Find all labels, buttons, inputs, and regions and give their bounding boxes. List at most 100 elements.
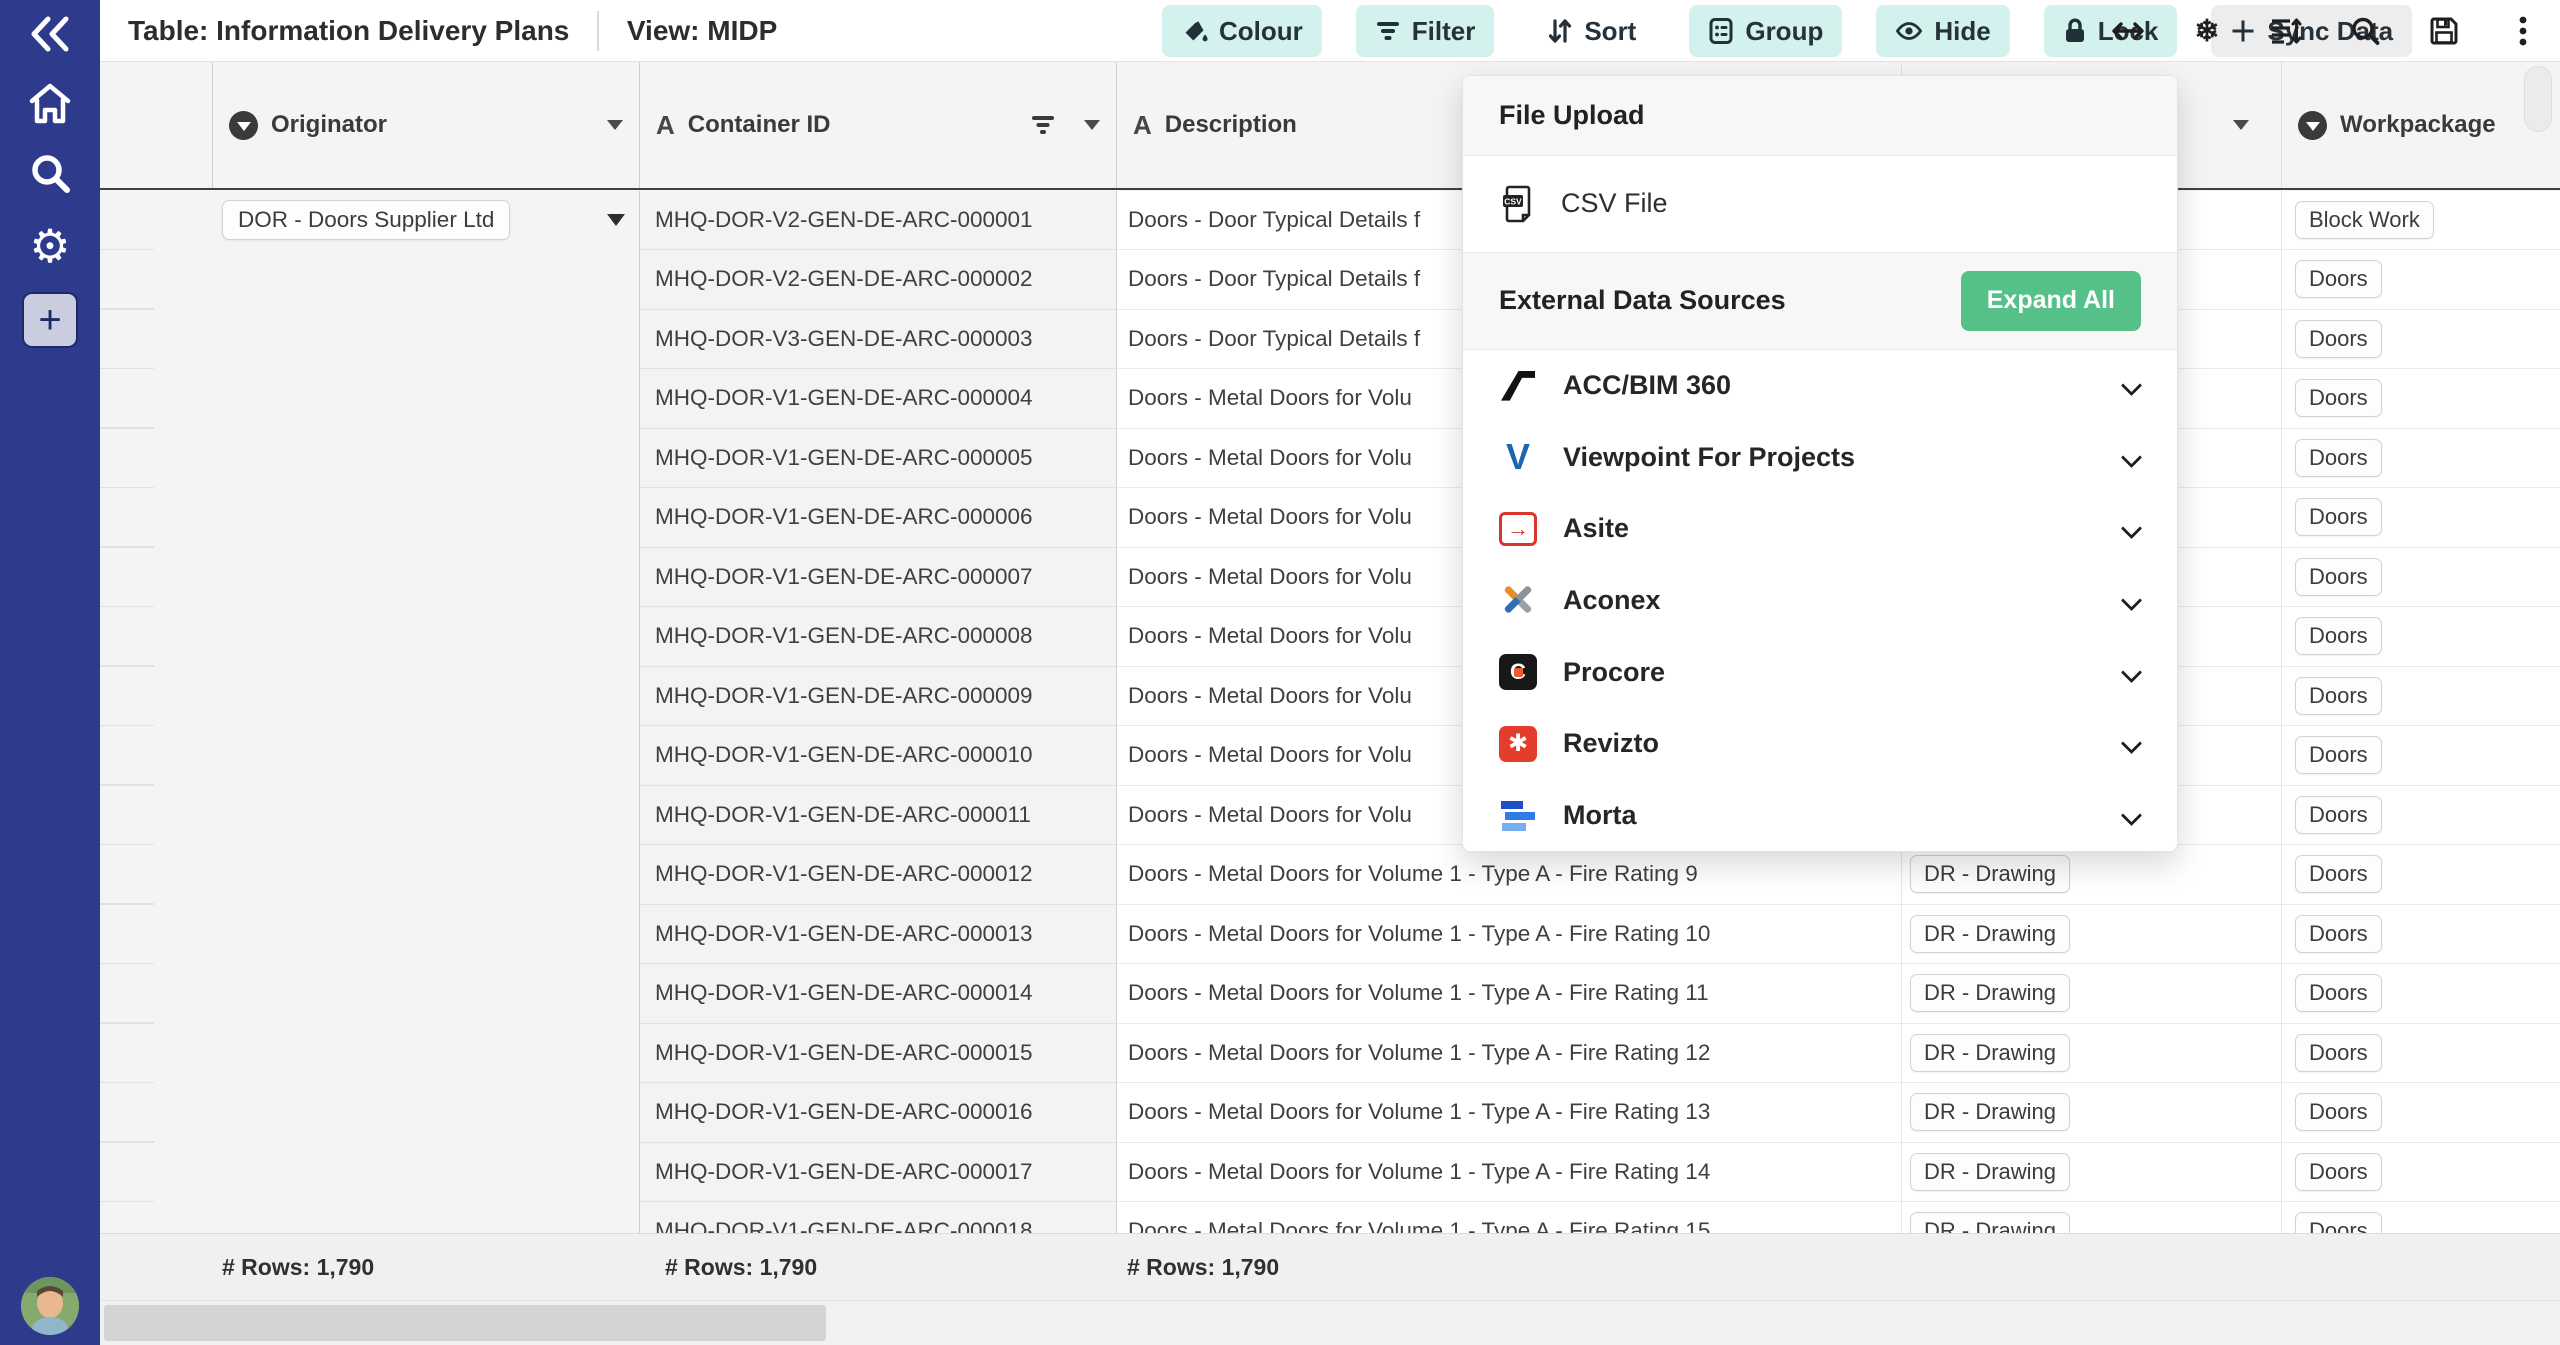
originator-cell[interactable] xyxy=(213,607,640,667)
external-source-item[interactable]: Revizto xyxy=(1463,708,2177,780)
workpackage-chip[interactable]: Doors xyxy=(2295,379,2382,417)
group-button[interactable]: Group xyxy=(1689,5,1842,57)
container-id-cell[interactable]: MHQ-DOR-V1-GEN-DE-ARC-000004 xyxy=(640,369,1117,429)
document-type-chip[interactable]: DR - Drawing xyxy=(1910,1093,2070,1131)
expand-all-button[interactable]: Expand All xyxy=(1961,271,2141,331)
external-source-item[interactable]: Procore xyxy=(1463,636,2177,708)
workpackage-cell[interactable]: Doors xyxy=(2282,250,2560,310)
document-type-chip[interactable]: DR - Drawing xyxy=(1910,1153,2070,1191)
document-type-chip[interactable]: DR - Drawing xyxy=(1910,1034,2070,1072)
workpackage-chip[interactable]: Doors xyxy=(2295,1093,2382,1131)
container-id-cell[interactable]: MHQ-DOR-V1-GEN-DE-ARC-000018 xyxy=(640,1202,1117,1233)
row-handle-cell[interactable] xyxy=(100,1202,213,1233)
workpackage-chip[interactable]: Doors xyxy=(2295,617,2382,655)
chevron-down-icon[interactable] xyxy=(2121,805,2142,826)
external-source-item[interactable]: Viewpoint For Projects xyxy=(1463,421,2177,493)
container-id-cell[interactable]: MHQ-DOR-V3-GEN-DE-ARC-000003 xyxy=(640,310,1117,370)
document-type-chip[interactable]: DR - Drawing xyxy=(1910,974,2070,1012)
workpackage-cell[interactable]: Doors xyxy=(2282,1202,2560,1233)
container-id-cell[interactable]: MHQ-DOR-V2-GEN-DE-ARC-000001 xyxy=(640,191,1117,251)
kebab-menu-icon[interactable] xyxy=(2502,10,2544,52)
add-button[interactable]: + xyxy=(22,292,78,348)
document-type-chip[interactable]: DR - Drawing xyxy=(1910,855,2070,893)
workpackage-cell[interactable]: Block Work xyxy=(2282,191,2560,251)
originator-cell[interactable] xyxy=(213,548,640,608)
originator-cell[interactable] xyxy=(213,1083,640,1143)
document-type-chip[interactable]: DR - Drawing xyxy=(1910,915,2070,953)
workpackage-chip[interactable]: Doors xyxy=(2295,796,2382,834)
container-id-cell[interactable]: MHQ-DOR-V2-GEN-DE-ARC-000002 xyxy=(640,250,1117,310)
chevron-down-icon[interactable] xyxy=(2121,375,2142,396)
originator-cell[interactable]: DOR - Doors Supplier Ltd xyxy=(213,191,640,251)
document-type-cell[interactable]: DR - Drawing xyxy=(1902,1024,2282,1084)
row-handle-cell[interactable] xyxy=(100,667,213,727)
workpackage-cell[interactable]: Doors xyxy=(2282,905,2560,965)
workpackage-cell[interactable]: Doors xyxy=(2282,786,2560,846)
workpackage-chip[interactable]: Block Work xyxy=(2295,201,2434,239)
document-type-cell[interactable]: DR - Drawing xyxy=(1902,905,2282,965)
row-handle-cell[interactable] xyxy=(100,1143,213,1203)
row-handle-cell[interactable] xyxy=(100,310,213,370)
workpackage-chip[interactable]: Doors xyxy=(2295,1153,2382,1191)
originator-cell[interactable] xyxy=(213,667,640,727)
document-type-cell[interactable]: DR - Drawing xyxy=(1902,964,2282,1024)
workpackage-chip[interactable]: Doors xyxy=(2295,855,2382,893)
row-handle-cell[interactable] xyxy=(100,488,213,548)
description-cell[interactable]: Doors - Metal Doors for Volume 1 - Type … xyxy=(1117,1024,1902,1084)
external-source-item[interactable]: Morta xyxy=(1463,779,2177,851)
workpackage-cell[interactable]: Doors xyxy=(2282,488,2560,548)
workpackage-chip[interactable]: Doors xyxy=(2295,677,2382,715)
row-handle-cell[interactable] xyxy=(100,1083,213,1143)
originator-cell[interactable] xyxy=(213,905,640,965)
container-id-cell[interactable]: MHQ-DOR-V1-GEN-DE-ARC-000010 xyxy=(640,726,1117,786)
originator-cell[interactable] xyxy=(213,250,640,310)
workpackage-cell[interactable]: Doors xyxy=(2282,726,2560,786)
workpackage-chip[interactable]: Doors xyxy=(2295,439,2382,477)
column-header-originator[interactable]: Originator xyxy=(213,62,640,188)
container-id-cell[interactable]: MHQ-DOR-V1-GEN-DE-ARC-000016 xyxy=(640,1083,1117,1143)
description-cell[interactable]: Doors - Metal Doors for Volume 1 - Type … xyxy=(1117,1143,1902,1203)
container-id-cell[interactable]: MHQ-DOR-V1-GEN-DE-ARC-000007 xyxy=(640,548,1117,608)
row-handle-cell[interactable] xyxy=(100,369,213,429)
workpackage-chip[interactable]: Doors xyxy=(2295,260,2382,298)
document-type-cell[interactable]: DR - Drawing xyxy=(1902,1083,2282,1143)
workpackage-chip[interactable]: Doors xyxy=(2295,498,2382,536)
container-id-cell[interactable]: MHQ-DOR-V1-GEN-DE-ARC-000005 xyxy=(640,429,1117,489)
workpackage-cell[interactable]: Doors xyxy=(2282,429,2560,489)
chevron-down-icon[interactable] xyxy=(2233,120,2249,130)
chevron-down-icon[interactable] xyxy=(1084,120,1100,130)
originator-cell[interactable] xyxy=(213,429,640,489)
container-id-cell[interactable]: MHQ-DOR-V1-GEN-DE-ARC-000012 xyxy=(640,845,1117,905)
colour-button[interactable]: Colour xyxy=(1162,5,1322,57)
description-cell[interactable]: Doors - Metal Doors for Volume 1 - Type … xyxy=(1117,964,1902,1024)
column-header-workpackage[interactable]: Workpackage xyxy=(2282,62,2560,188)
chevron-down-icon[interactable] xyxy=(2121,518,2142,539)
sort-button[interactable]: Sort xyxy=(1528,5,1655,57)
originator-cell[interactable] xyxy=(213,1143,640,1203)
save-icon[interactable] xyxy=(2423,10,2465,52)
workpackage-cell[interactable]: Doors xyxy=(2282,369,2560,429)
horizontal-scrollbar-thumb[interactable] xyxy=(104,1305,826,1341)
workpackage-cell[interactable]: Doors xyxy=(2282,548,2560,608)
home-icon[interactable] xyxy=(0,72,100,136)
row-handle-cell[interactable] xyxy=(100,786,213,846)
row-handle-cell[interactable] xyxy=(100,726,213,786)
dropdown-caret-icon[interactable] xyxy=(607,214,625,226)
container-id-cell[interactable]: MHQ-DOR-V1-GEN-DE-ARC-000011 xyxy=(640,786,1117,846)
originator-cell[interactable] xyxy=(213,369,640,429)
row-handle-cell[interactable] xyxy=(100,964,213,1024)
workpackage-cell[interactable]: Doors xyxy=(2282,1083,2560,1143)
workpackage-chip[interactable]: Doors xyxy=(2295,736,2382,774)
description-cell[interactable]: Doors - Metal Doors for Volume 1 - Type … xyxy=(1117,1083,1902,1143)
chevron-down-icon[interactable] xyxy=(2121,661,2142,682)
originator-cell[interactable] xyxy=(213,726,640,786)
container-id-cell[interactable]: MHQ-DOR-V1-GEN-DE-ARC-000015 xyxy=(640,1024,1117,1084)
container-id-cell[interactable]: MHQ-DOR-V1-GEN-DE-ARC-000008 xyxy=(640,607,1117,667)
search-nav-icon[interactable] xyxy=(0,142,100,206)
search-icon[interactable] xyxy=(2344,10,2386,52)
external-source-item[interactable]: ACC/BIM 360 xyxy=(1463,350,2177,422)
row-handle-cell[interactable] xyxy=(100,607,213,667)
container-id-cell[interactable]: MHQ-DOR-V1-GEN-DE-ARC-000014 xyxy=(640,964,1117,1024)
collapse-sidebar-icon[interactable] xyxy=(0,2,100,66)
user-avatar[interactable] xyxy=(21,1277,79,1335)
